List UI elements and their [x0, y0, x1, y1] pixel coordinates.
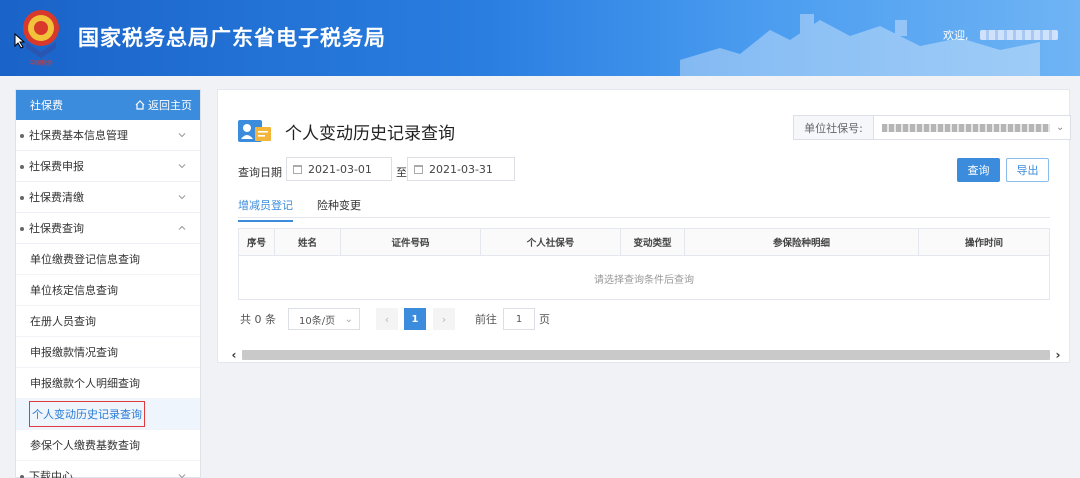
- chevron-right-icon: ›: [441, 312, 447, 326]
- tab-add-reduce-registration[interactable]: 增减员登记: [238, 197, 293, 222]
- sidebar-item-unit-registration[interactable]: 单位缴费登记信息查询: [16, 244, 200, 275]
- column-header: 操作时间: [964, 238, 1003, 249]
- username-redacted: [980, 30, 1058, 40]
- bullet-icon: [20, 165, 24, 169]
- home-icon: [135, 100, 145, 110]
- unit-social-number-select[interactable]: 单位社保号: ⌄: [793, 115, 1071, 140]
- column-header: 证件号码: [341, 229, 481, 255]
- sidebar-group-label: 社保费基本信息管理: [29, 129, 128, 142]
- column-header: 参保险种明细: [685, 229, 919, 255]
- sidebar: 社保费 返回主页 社保费基本信息管理 社保费申报 社保费清缴 社保费查询 单位缴…: [15, 89, 201, 478]
- sidebar-item-payment-details[interactable]: 申报缴款个人明细查询: [16, 368, 200, 399]
- page-size-value: 10条/页: [299, 315, 336, 327]
- welcome-text: 欢迎,: [943, 29, 969, 42]
- results-table: 序号 姓名 证件号码 个人社保号 变动类型 参保险种明细 操作时间 请选择查询条…: [238, 228, 1050, 300]
- page-number-current[interactable]: 1: [404, 308, 426, 330]
- goto-prefix: 前往: [475, 313, 497, 326]
- chevron-down-icon: [178, 195, 186, 200]
- sidebar-group-settle[interactable]: 社保费清缴: [16, 182, 200, 213]
- table-header: 序号 姓名 证件号码 个人社保号 变动类型 参保险种明细 操作时间: [239, 229, 1049, 256]
- mouse-cursor-icon: [14, 33, 26, 49]
- goto-page-input[interactable]: 1: [503, 308, 535, 330]
- date-label: 查询日期: [238, 166, 282, 179]
- great-wall-background-icon: [680, 14, 1040, 76]
- date-separator: 至: [396, 166, 407, 179]
- sidebar-item-label: 单位核定信息查询: [30, 284, 118, 297]
- sidebar-group-label: 下载中心: [29, 470, 73, 478]
- chevron-down-icon: ⌄: [344, 313, 353, 325]
- date-from-value: 2021-03-01: [308, 162, 372, 176]
- calendar-icon: [293, 164, 302, 174]
- chevron-up-icon: [178, 225, 186, 230]
- next-page-button[interactable]: ›: [433, 308, 455, 330]
- unit-social-number-redacted: [882, 123, 1050, 132]
- scroll-left-icon[interactable]: ‹: [226, 348, 242, 362]
- sidebar-title: 社保费: [30, 99, 63, 112]
- goto-suffix: 页: [539, 313, 550, 326]
- sidebar-item-label: 申报缴款情况查询: [30, 346, 118, 359]
- scrollbar-thumb[interactable]: [242, 350, 1050, 360]
- sidebar-item-change-history[interactable]: 个人变动历史记录查询: [16, 399, 200, 430]
- sidebar-header: 社保费 返回主页: [16, 90, 200, 120]
- home-link[interactable]: 返回主页: [135, 97, 192, 113]
- sidebar-item-label: 参保个人缴费基数查询: [30, 439, 140, 452]
- site-title: 国家税务总局广东省电子税务局: [78, 26, 386, 50]
- tab-bar: 增减员登记 险种变更: [238, 193, 1050, 222]
- sidebar-group-declare[interactable]: 社保费申报: [16, 151, 200, 182]
- column-header: 姓名: [275, 229, 341, 255]
- bullet-icon: [20, 134, 24, 138]
- column-header: 序号: [239, 229, 275, 255]
- user-card-icon: [238, 120, 271, 142]
- column-header: 变动类型: [621, 229, 685, 255]
- scroll-right-icon[interactable]: ›: [1050, 348, 1066, 362]
- sidebar-item-contribution-base[interactable]: 参保个人缴费基数查询: [16, 430, 200, 461]
- sidebar-item-payment-status[interactable]: 申报缴款情况查询: [16, 337, 200, 368]
- sidebar-item-registered-persons[interactable]: 在册人员查询: [16, 306, 200, 337]
- chevron-down-icon: [178, 133, 186, 138]
- chevron-down-icon: [178, 474, 186, 478]
- export-button[interactable]: 导出: [1006, 158, 1049, 182]
- unit-social-number-label: 单位社保号:: [794, 116, 874, 139]
- date-to-value: 2021-03-31: [429, 162, 493, 176]
- table-empty-text: 请选择查询条件后查询: [594, 274, 694, 286]
- tab-insurance-change[interactable]: 险种变更: [317, 197, 361, 220]
- sidebar-group-label: 社保费清缴: [29, 191, 84, 204]
- page-title: 个人变动历史记录查询: [285, 124, 455, 144]
- chevron-down-icon: [178, 164, 186, 169]
- chevron-left-icon: ‹: [384, 312, 390, 326]
- pagination: 共 0 条 10条/页 ⌄ ‹ 1 › 前往 1 页: [240, 308, 550, 330]
- sidebar-item-label: 个人变动历史记录查询: [29, 401, 145, 427]
- sidebar-group-query[interactable]: 社保费查询: [16, 213, 200, 244]
- horizontal-scrollbar[interactable]: ‹ ›: [226, 348, 1066, 362]
- main-panel: 个人变动历史记录查询 单位社保号: ⌄ 查询日期 2021-03-01 至 20…: [217, 89, 1071, 363]
- sidebar-group-label: 社保费申报: [29, 160, 84, 173]
- bullet-icon: [20, 227, 24, 231]
- sidebar-group-download[interactable]: 下载中心: [16, 461, 200, 478]
- sidebar-item-label: 单位缴费登记信息查询: [30, 253, 140, 266]
- page-size-select[interactable]: 10条/页 ⌄: [288, 308, 360, 330]
- prev-page-button[interactable]: ‹: [376, 308, 398, 330]
- date-from-input[interactable]: 2021-03-01: [286, 157, 392, 181]
- total-count: 共 0 条: [240, 313, 276, 326]
- column-header: 个人社保号: [481, 229, 621, 255]
- sidebar-group-label: 社保费查询: [29, 222, 84, 235]
- bullet-icon: [20, 196, 24, 200]
- home-link-label: 返回主页: [148, 99, 192, 112]
- date-to-input[interactable]: 2021-03-31: [407, 157, 515, 181]
- query-button[interactable]: 查询: [957, 158, 1000, 182]
- svg-text:中国税务: 中国税务: [29, 59, 53, 66]
- sidebar-item-unit-approval[interactable]: 单位核定信息查询: [16, 275, 200, 306]
- sidebar-item-label: 在册人员查询: [30, 315, 96, 328]
- sidebar-group-basic-info[interactable]: 社保费基本信息管理: [16, 120, 200, 151]
- chevron-down-icon: ⌄: [1056, 122, 1065, 133]
- sidebar-item-label: 申报缴款个人明细查询: [30, 377, 140, 390]
- top-header: 中国税务 国家税务总局广东省电子税务局 欢迎,: [0, 0, 1080, 76]
- calendar-icon: [414, 164, 423, 174]
